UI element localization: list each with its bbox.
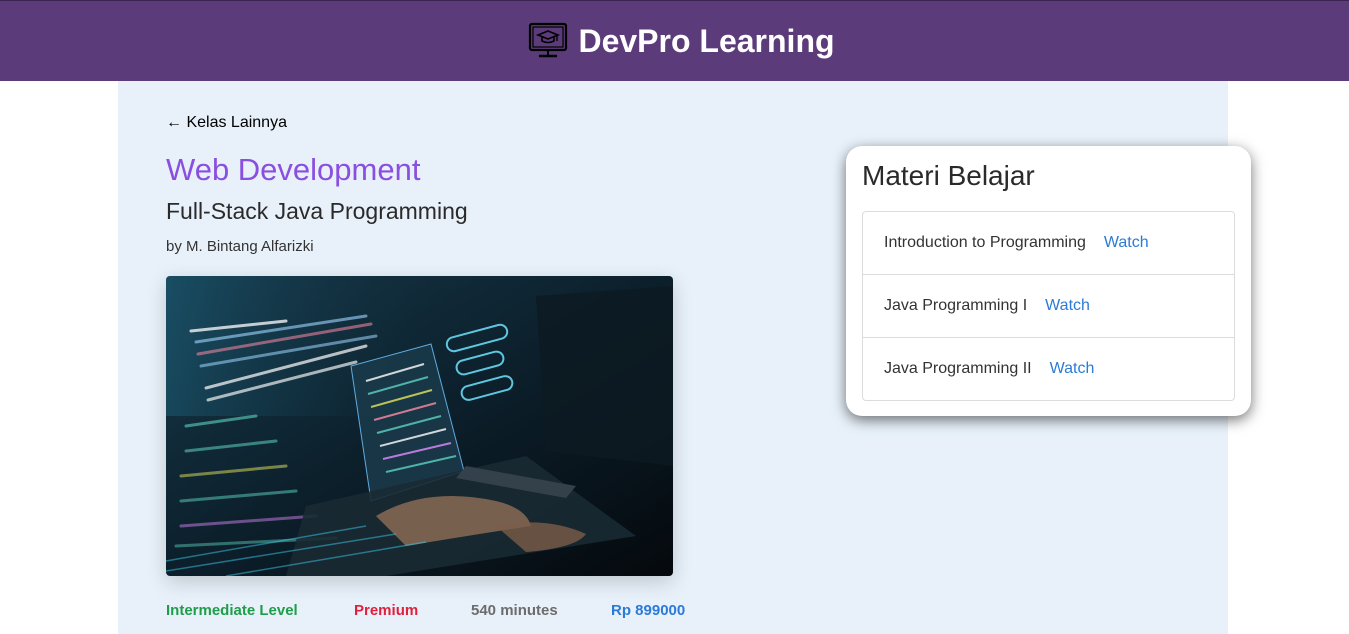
materials-card: Materi Belajar Introduction to Programmi… [846, 146, 1251, 416]
lesson-name: Java Programming I [884, 297, 1028, 314]
brand[interactable]: DevPro Learning [528, 22, 835, 60]
materials-title: Materi Belajar [862, 160, 1035, 191]
course-duration: 540 minutes [471, 602, 558, 619]
course-instructor: by M. Bintang Alfarizki [166, 238, 314, 255]
course-hero-image [166, 276, 673, 576]
list-item: Java Programming II Watch [863, 338, 1234, 400]
course-price: Rp 899000 [611, 602, 686, 619]
lesson-list: Introduction to Programming Watch Java P… [862, 211, 1235, 401]
watch-link[interactable]: Watch [1050, 360, 1095, 378]
back-to-classes-link[interactable]: ← Kelas Lainnya [166, 114, 287, 132]
lesson-name: Java Programming II [884, 360, 1032, 377]
code-screen-photo [166, 276, 673, 576]
monitor-graduation-cap-icon [529, 22, 568, 58]
watch-link[interactable]: Watch [1104, 234, 1149, 252]
list-item: Introduction to Programming Watch [863, 212, 1234, 275]
course-category: Web Development [166, 152, 421, 187]
top-navbar: DevPro Learning [0, 0, 1349, 81]
course-level: Intermediate Level [166, 602, 298, 619]
course-tier-badge: Premium [354, 602, 419, 619]
watch-link[interactable]: Watch [1045, 297, 1090, 315]
brand-title: DevPro Learning [578, 22, 835, 59]
list-item: Java Programming I Watch [863, 275, 1234, 338]
course-title: Full-Stack Java Programming [166, 198, 468, 224]
lesson-name: Introduction to Programming [884, 234, 1086, 251]
